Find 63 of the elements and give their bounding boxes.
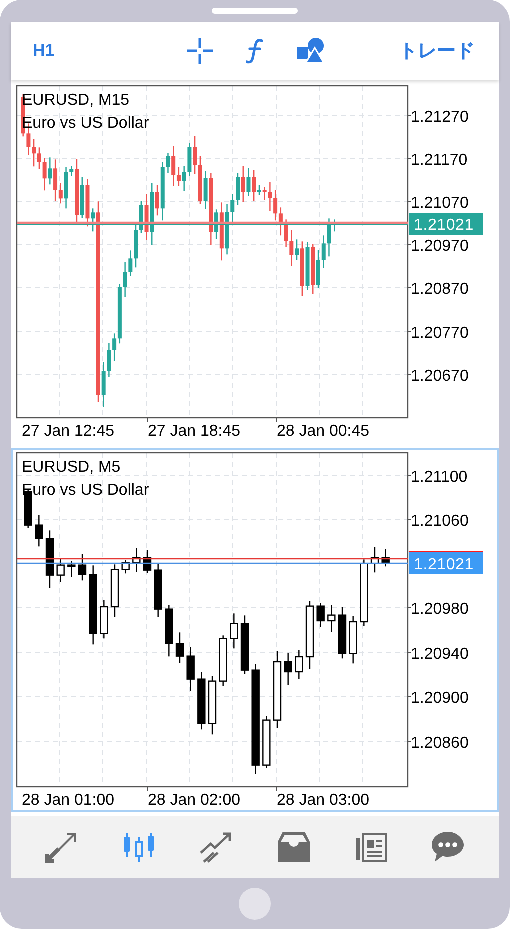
candle <box>349 616 358 664</box>
diagonal-arrows-icon[interactable] <box>44 831 79 863</box>
price-tick-label: 1.20940 <box>411 646 469 663</box>
candle <box>240 616 250 674</box>
candle <box>360 560 368 626</box>
time-tick-label: 28 Jan 02:00 <box>148 792 241 809</box>
price-tick-label: 1.20980 <box>411 601 469 618</box>
candle <box>295 650 304 679</box>
candle <box>370 547 380 573</box>
candle <box>338 607 347 659</box>
price-tick-label: 1.21170 <box>411 152 468 169</box>
price-tick-label: 1.20900 <box>411 690 469 707</box>
candlestick-icon[interactable] <box>122 831 156 863</box>
time-tick-label: 28 Jan 03:00 <box>277 792 370 809</box>
time-tick-label: 28 Jan 01:00 <box>22 792 115 809</box>
trade-button[interactable]: トレード <box>399 38 475 64</box>
newspaper-icon[interactable] <box>354 831 388 863</box>
price-tick-label: 1.21060 <box>411 513 469 530</box>
candle <box>176 632 184 664</box>
candle <box>316 603 325 627</box>
candle <box>284 653 292 685</box>
candle <box>132 548 141 572</box>
inbox-tray-icon[interactable] <box>276 831 311 863</box>
price-tick-label: 1.20670 <box>411 368 469 385</box>
candle <box>143 550 152 574</box>
candle <box>122 560 130 574</box>
candle <box>110 564 120 617</box>
speech-bubble-icon[interactable] <box>431 831 466 863</box>
candle <box>100 600 108 639</box>
price-tick-label: 1.21270 <box>411 109 469 126</box>
symbol-label: EURUSD, M5 <box>22 459 121 476</box>
candle <box>78 554 87 581</box>
candle <box>46 530 54 588</box>
price-tick-label: 1.21100 <box>411 469 468 486</box>
candle <box>219 636 228 686</box>
timeframe-button[interactable]: H1 <box>33 41 183 61</box>
candle <box>186 647 195 692</box>
price-tick-label: 1.21070 <box>411 195 469 212</box>
candle <box>230 614 238 649</box>
time-tick-label: 27 Jan 12:45 <box>22 423 115 440</box>
price-tick-label: 1.20770 <box>411 325 469 342</box>
candle <box>56 559 65 582</box>
trend-arrow-icon[interactable] <box>199 831 234 863</box>
candle <box>68 561 76 578</box>
price-tick-label: 1.20870 <box>411 281 469 298</box>
candle <box>328 605 336 632</box>
price-tick-label: 1.20860 <box>411 735 469 752</box>
candle <box>165 605 174 657</box>
shapes-icon[interactable] <box>297 38 325 64</box>
candle <box>382 549 390 567</box>
bid-price-label: 1.21021 <box>409 213 483 235</box>
candle <box>198 672 206 730</box>
time-tick-label: 27 Jan 18:45 <box>148 423 241 440</box>
candle <box>154 564 162 618</box>
price-tick-label: 1.20970 <box>411 238 469 255</box>
candle <box>262 716 271 768</box>
crosshair-icon[interactable] <box>186 37 214 65</box>
time-tick-label: 28 Jan 00:45 <box>277 423 370 440</box>
bid-price-label: 1.21021 <box>409 552 483 574</box>
candle <box>35 515 44 547</box>
function-icon[interactable] <box>246 38 264 64</box>
candle <box>306 601 314 669</box>
candle <box>208 676 217 735</box>
